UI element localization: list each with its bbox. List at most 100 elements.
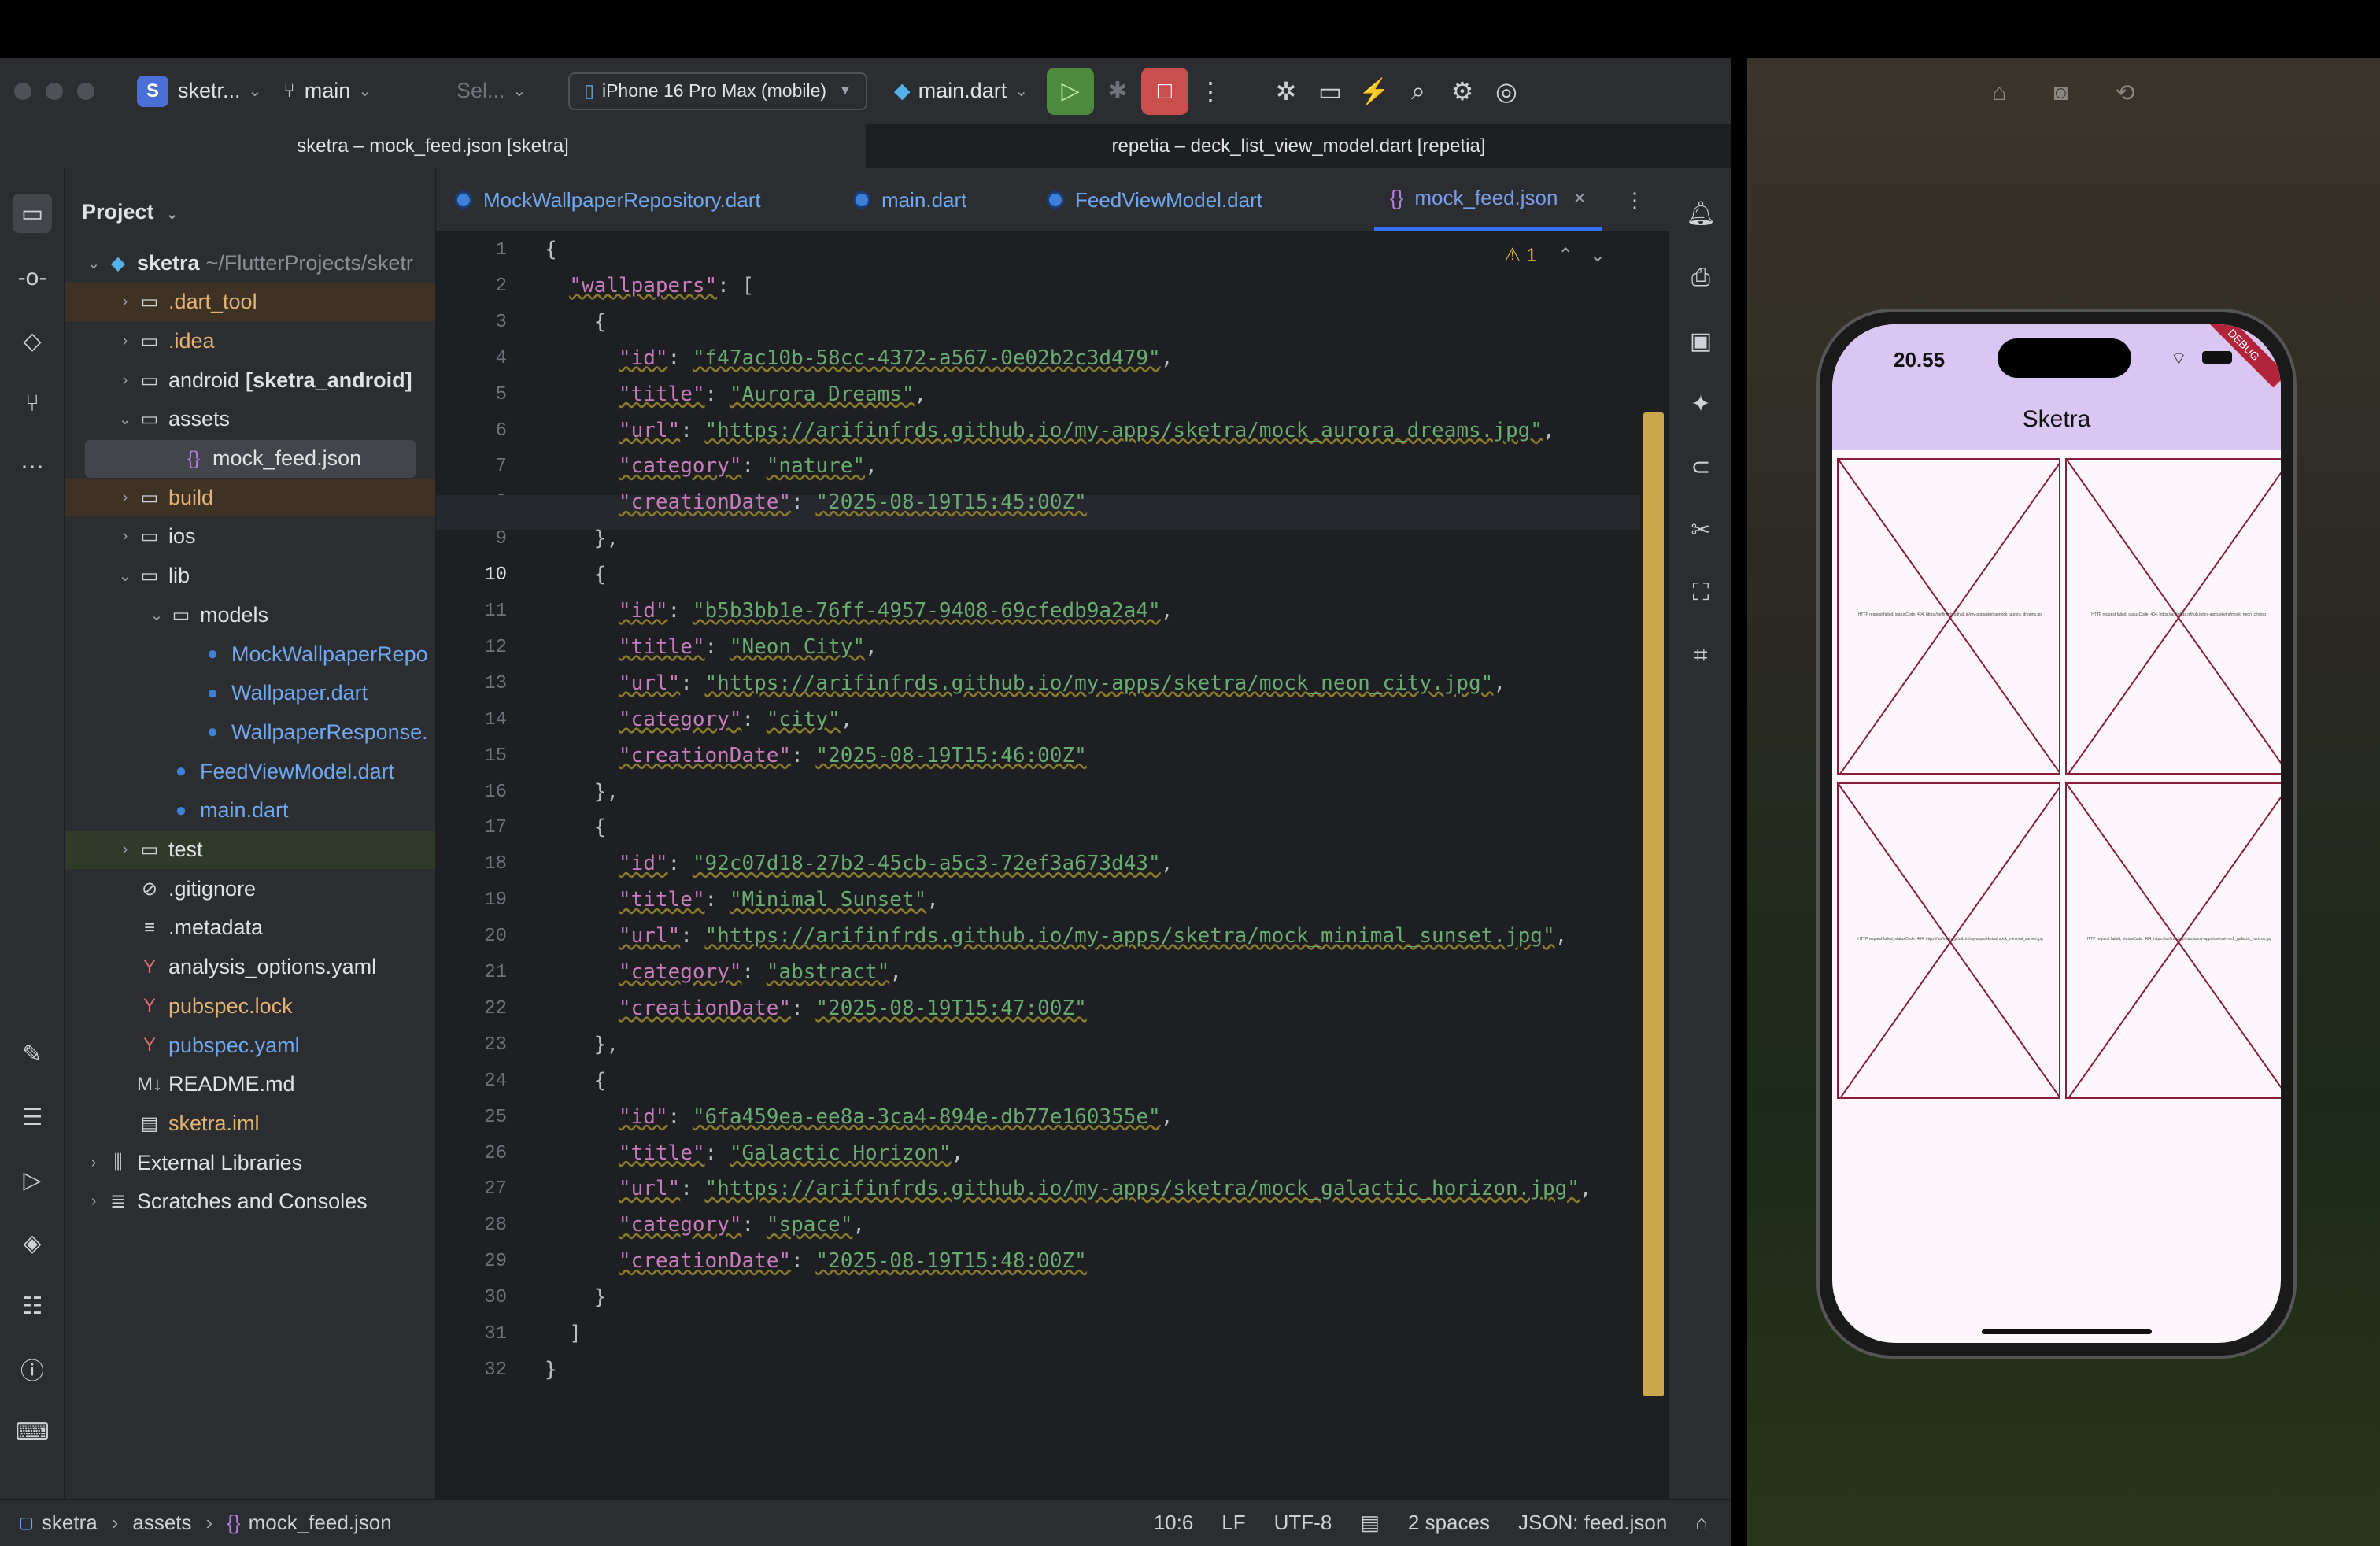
device-manager-side-button[interactable]: ▣ — [1681, 321, 1720, 361]
breadcrumb-item[interactable]: assets — [132, 1511, 191, 1535]
scrollbar-thumb[interactable] — [1643, 412, 1664, 1396]
json-schema[interactable]: JSON: feed.json — [1518, 1511, 1667, 1535]
config-selector[interactable]: Sel... ⌄ — [445, 69, 537, 113]
editor-tab[interactable]: MockWallpaperRepository.dart — [455, 168, 761, 231]
readonly-icon[interactable]: ▤ — [1360, 1511, 1380, 1535]
caret-position[interactable]: 10:6 — [1154, 1511, 1194, 1535]
tree-item[interactable]: ● FeedViewModel.dart — [65, 753, 435, 790]
chevron-down-icon[interactable]: ⌄ — [115, 409, 135, 429]
notifications-button[interactable]: 🔔︎ — [1681, 194, 1720, 233]
editor-tab-active[interactable]: {} mock_feed.json × — [1374, 168, 1602, 231]
file-encoding[interactable]: UTF-8 — [1274, 1511, 1332, 1535]
code-area[interactable]: { "wallpapers": [ { "id": "f47ac10b-58cc… — [545, 231, 1646, 1499]
chevron-right-icon[interactable]: › — [115, 372, 135, 390]
breadcrumb-item[interactable]: mock_feed.json — [249, 1511, 392, 1535]
stop-button[interactable]: □ — [1140, 67, 1188, 115]
outline-button[interactable]: ☰ — [13, 1097, 52, 1137]
tree-item[interactable]: Yanalysis_options.yaml — [65, 949, 435, 986]
tree-item[interactable]: ⊘ .gitignore — [65, 870, 435, 908]
tree-item[interactable]: ● MockWallpaperRepo — [65, 635, 435, 673]
tree-item[interactable]: › ▭ build — [65, 479, 435, 517]
chevron-down-icon[interactable]: ⌄ — [1590, 245, 1606, 266]
tree-item[interactable]: ▤ sketra.iml — [65, 1104, 435, 1142]
chevron-right-icon[interactable]: › — [115, 293, 135, 311]
attach-debugger-button[interactable]: ✲ — [1264, 69, 1308, 113]
devtools-button[interactable]: ✂ — [1681, 510, 1720, 549]
dart-analysis-button[interactable]: ◈ — [13, 1223, 52, 1263]
ai-assistant-button[interactable]: ✦ — [1681, 384, 1720, 423]
flutter-inspector-button[interactable]: ✎ — [13, 1034, 52, 1074]
tree-item[interactable]: › ▭ .idea — [65, 322, 435, 360]
tree-item[interactable]: Ypubspec.yaml — [65, 1026, 435, 1064]
tree-item[interactable]: ⌄ ▭ lib — [65, 557, 435, 595]
chevron-down-icon[interactable]: ⌄ — [83, 253, 104, 273]
editor-tab[interactable]: FeedViewModel.dart — [1047, 168, 1262, 231]
problems-button[interactable]: ⓘ — [13, 1349, 52, 1389]
chevron-right-icon[interactable]: › — [115, 841, 135, 859]
tree-item[interactable]: › ▭ .dart_tool — [65, 283, 435, 321]
wallpaper-tile-error[interactable]: HTTP request failed, statusCode: 404, ht… — [1837, 458, 2060, 775]
pull-requests-tool-button[interactable]: ⑂ — [13, 384, 52, 423]
chevron-right-icon[interactable]: › — [115, 527, 135, 546]
link-button[interactable]: ⊂ — [1681, 447, 1720, 486]
lock-icon[interactable]: ⌂ — [1695, 1511, 1708, 1535]
hot-reload-button[interactable]: ⚡ — [1352, 69, 1396, 113]
rotate-icon[interactable]: ⟲ — [2116, 80, 2135, 107]
project-switcher[interactable]: S sketr... ⌄ — [126, 69, 272, 113]
terminal-button[interactable]: ⌨ — [13, 1412, 52, 1452]
tree-item[interactable]: ● WallpaperResponse. — [65, 713, 435, 751]
tree-item[interactable]: ⌄ ▭ models — [65, 596, 435, 634]
run-tool-button[interactable]: ▷ — [13, 1160, 52, 1200]
tree-item[interactable]: › ≣ Scratches and Consoles — [65, 1183, 435, 1221]
settings-button[interactable]: ⚙ — [1440, 69, 1484, 113]
run-button[interactable]: ▷ — [1046, 67, 1094, 115]
window-minimize-button[interactable] — [46, 82, 63, 100]
wallpaper-tile-error[interactable]: HTTP request failed, statusCode: 404, ht… — [1837, 782, 2060, 1099]
tree-item[interactable]: M↓ README.md — [65, 1066, 435, 1104]
gradle-button[interactable]: ⎙ — [1681, 258, 1720, 298]
structure-tool-button[interactable]: ◇ — [13, 321, 52, 361]
tree-item[interactable]: › ▭ ios — [65, 518, 435, 556]
inspector-side-button[interactable]: ⛶ — [1681, 573, 1720, 612]
commit-tool-button[interactable]: -o- — [13, 258, 52, 298]
indent-setting[interactable]: 2 spaces — [1408, 1511, 1490, 1535]
chevron-down-icon[interactable]: ⌄ — [146, 605, 167, 625]
editor-tab[interactable]: main.dart — [853, 168, 966, 231]
run-config-selector[interactable]: ◆ main.dart ⌄ — [883, 69, 1039, 113]
tree-item[interactable]: ⌄ ◆ sketra ~/FlutterProjects/sketr — [65, 244, 435, 282]
window-zoom-button[interactable] — [77, 82, 94, 100]
tree-item[interactable]: › ▭ test — [65, 830, 435, 869]
camera-icon[interactable]: ◙ — [2053, 80, 2068, 106]
screenshot-button[interactable]: ⌗ — [1681, 636, 1720, 675]
tree-item[interactable]: ≡ .metadata — [65, 909, 435, 947]
chevron-right-icon[interactable]: › — [83, 1154, 104, 1172]
tree-item[interactable]: › ⫼ External Libraries — [65, 1144, 435, 1182]
project-panel-header[interactable]: Project ⌄ — [82, 200, 178, 224]
tree-item[interactable]: ⌄ ▭ assets — [65, 401, 435, 438]
tree-item[interactable]: Ypubspec.lock — [65, 987, 435, 1025]
close-icon[interactable]: × — [1573, 186, 1585, 210]
project-tool-button[interactable]: ▭ — [13, 194, 52, 233]
line-separator[interactable]: LF — [1221, 1511, 1245, 1535]
inspection-widget[interactable]: ⚠ 1 ⌃ ⌄ — [1504, 244, 1606, 267]
tree-item[interactable]: › ▭ android [sketra_android] — [65, 361, 435, 399]
tree-item[interactable]: ● main.dart — [65, 792, 435, 830]
debug-button[interactable]: ✱ — [1094, 68, 1141, 115]
chevron-up-icon[interactable]: ⌃ — [1558, 245, 1573, 266]
tree-item[interactable]: ● Wallpaper.dart — [65, 675, 435, 712]
wallpaper-tile-error[interactable]: HTTP request failed, statusCode: 404, ht… — [2065, 782, 2281, 1099]
device-selector[interactable]: ▯ iPhone 16 Pro Max (mobile) ▼ — [568, 72, 867, 110]
device-manager-button[interactable]: ▭ — [1308, 69, 1352, 113]
window-close-button[interactable] — [14, 82, 31, 100]
more-tools-button[interactable]: ⋯ — [13, 447, 52, 486]
services-button[interactable]: ☷ — [13, 1286, 52, 1326]
chevron-right-icon[interactable]: › — [83, 1193, 104, 1211]
home-icon[interactable]: ⌂ — [1992, 80, 2006, 106]
more-actions-button[interactable]: ⋮ — [1188, 69, 1232, 113]
branch-switcher[interactable]: ⑂ main ⌄ — [272, 69, 382, 113]
search-button[interactable]: ⌕ — [1396, 69, 1440, 113]
project-tab-sketra[interactable]: sketra – mock_feed.json [sketra] — [0, 124, 866, 168]
wallpaper-tile-error[interactable]: HTTP request failed, statusCode: 404, ht… — [2065, 458, 2281, 775]
chevron-right-icon[interactable]: › — [115, 489, 135, 507]
project-tab-repetia[interactable]: repetia – deck_list_view_model.dart [rep… — [866, 124, 1731, 168]
